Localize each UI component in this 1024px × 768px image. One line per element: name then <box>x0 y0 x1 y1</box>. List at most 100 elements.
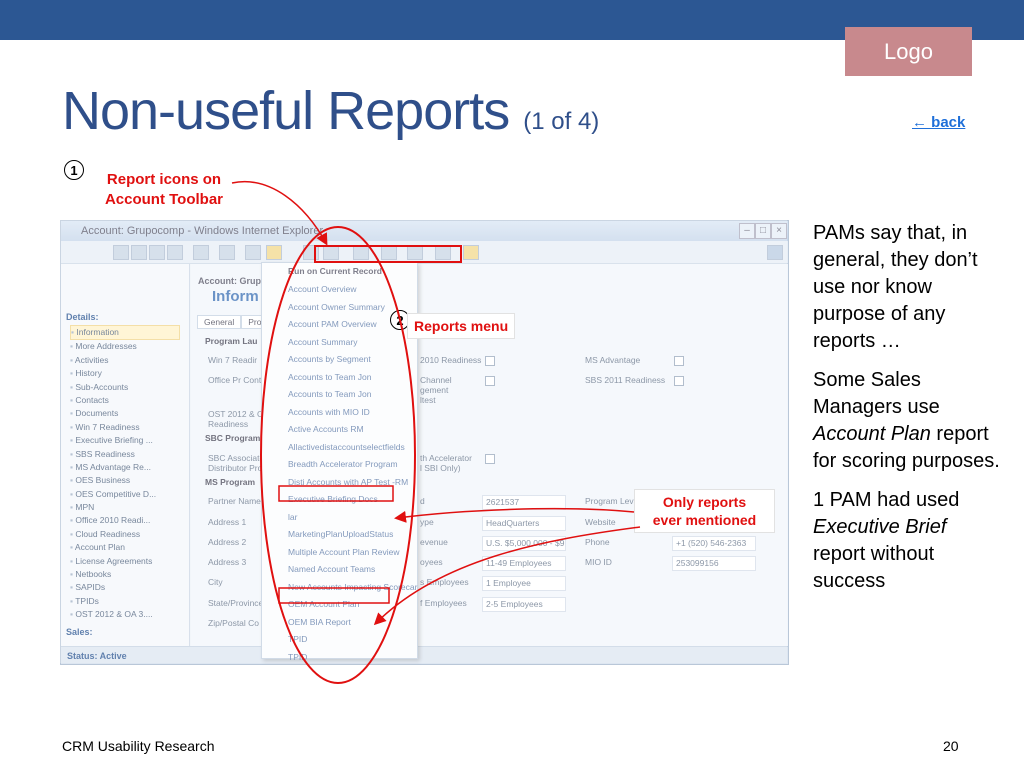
assign-icon[interactable] <box>193 245 209 260</box>
value-mio-id[interactable]: 253099156 <box>672 556 756 571</box>
label-office: Office Pr Cont <box>208 375 262 385</box>
print-icon[interactable] <box>167 245 183 260</box>
report-menu-item[interactable]: Named Account Teams <box>288 561 418 579</box>
checkbox-sbs-2011[interactable] <box>674 376 684 386</box>
value-employees-2[interactable]: 1 Employee <box>482 576 566 591</box>
report-menu-item[interactable]: OEM BIA Report <box>288 614 418 632</box>
report-menu-item[interactable]: Breadth Accelerator Program <box>288 456 418 474</box>
nav-item[interactable]: Documents <box>70 407 180 420</box>
edit-icon[interactable] <box>245 245 261 260</box>
label-address1: Address 1 <box>208 517 247 527</box>
label-ost-2: Readiness <box>208 419 249 429</box>
note-account-plan: Account Plan <box>813 423 931 445</box>
close-icon[interactable]: × <box>771 223 787 239</box>
nav-item[interactable]: History <box>70 367 180 380</box>
label-website: Website <box>585 517 616 527</box>
report-menu-item[interactable]: TPID <box>288 649 418 667</box>
checkbox-ms-advantage[interactable] <box>674 356 684 366</box>
details-header: Details: <box>66 312 99 322</box>
callout-report-icons-line1: Report icons on <box>106 171 222 188</box>
report-menu-item[interactable]: OEM Account Plan <box>288 596 418 614</box>
report-icon-2[interactable] <box>323 245 339 260</box>
help-icon[interactable] <box>767 245 783 260</box>
label-address2: Address 2 <box>208 537 247 547</box>
report-menu-item[interactable]: lar <box>288 509 418 527</box>
report-menu-item[interactable]: Disti Accounts with AP Test -RM <box>288 474 418 492</box>
checkbox-accel[interactable] <box>485 454 495 464</box>
report-icon-3[interactable] <box>353 245 369 260</box>
report-menu-item[interactable]: Active Accounts RM <box>288 421 418 439</box>
tab-general[interactable]: General <box>197 315 242 329</box>
report-icon-6[interactable] <box>435 245 451 260</box>
note-one-pam: 1 PAM had used Executive Brief report wi… <box>813 487 1003 595</box>
nav-item[interactable]: Information <box>70 325 180 341</box>
report-menu-item[interactable]: Account Overview <box>288 281 418 299</box>
checkbox-2010[interactable] <box>485 356 495 366</box>
value-employees[interactable]: 11-49 Employees <box>482 556 566 571</box>
value-id[interactable]: 2621537 <box>482 495 566 510</box>
label-employees-3: f Employees <box>420 598 467 608</box>
nav-item[interactable]: MS Advantage Re... <box>70 461 180 474</box>
value-phone[interactable]: +1 (520) 546-2363 <box>672 536 756 551</box>
report-menu-item[interactable]: Multiple Account Plan Review <box>288 544 418 562</box>
checkbox-channel[interactable] <box>485 376 495 386</box>
footer-title: CRM Usability Research <box>62 738 215 754</box>
label-zip: Zip/Postal Co <box>208 618 260 628</box>
nav-item[interactable]: Activities <box>70 354 180 367</box>
report-icon-5[interactable] <box>407 245 423 260</box>
status-bar: Status: Active <box>61 646 788 664</box>
back-link[interactable]: ← back <box>912 114 965 131</box>
nav-item[interactable]: Netbooks <box>70 568 180 581</box>
report-icon-4[interactable] <box>381 245 397 260</box>
report-menu-item[interactable]: Accounts by Segment <box>288 351 418 369</box>
report-menu-item[interactable]: TPID <box>288 631 418 649</box>
note-sales-managers-a: Some Sales Managers use <box>813 369 940 418</box>
sales-header[interactable]: Sales: <box>66 627 186 637</box>
maximize-icon[interactable]: □ <box>755 223 771 239</box>
report-menu-item[interactable]: New Accounts Impacting Scorecard <box>288 579 418 597</box>
nav-item[interactable]: Contacts <box>70 394 180 407</box>
label-channel-1: Channel <box>420 375 452 385</box>
report-menu-item[interactable]: MarketingPlanUploadStatus <box>288 526 418 544</box>
report-dropdown-icon[interactable] <box>266 245 282 260</box>
nav-item[interactable]: OST 2012 & OA 3.... <box>70 608 180 621</box>
nav-item[interactable]: SBS Readiness <box>70 448 180 461</box>
window-title: Account: Grupocomp - Windows Internet Ex… <box>61 221 788 241</box>
nav-item[interactable]: OES Competitive D... <box>70 488 180 501</box>
report-icon-7[interactable] <box>463 245 479 260</box>
value-type[interactable]: HeadQuarters <box>482 516 566 531</box>
nav-item[interactable]: Cloud Readiness <box>70 528 180 541</box>
page-title: Non-useful Reports (1 of 4) <box>62 80 599 142</box>
information-title: Inform <box>212 288 259 305</box>
nav-item[interactable]: MPN <box>70 501 180 514</box>
nav-item[interactable]: SAPIDs <box>70 581 180 594</box>
report-menu-item[interactable]: Accounts to Team Jon <box>288 369 418 387</box>
label-accel-1: th Accelerator <box>420 453 472 463</box>
note-one-pam-a: 1 PAM had used <box>813 489 960 511</box>
attach-icon[interactable] <box>219 245 235 260</box>
report-icon-1[interactable] <box>303 245 319 260</box>
nav-item[interactable]: Executive Briefing ... <box>70 434 180 447</box>
label-id: d <box>420 496 425 506</box>
report-menu-item[interactable]: Accounts to Team Jon <box>288 386 418 404</box>
note-sales-managers: Some Sales Managers use Account Plan rep… <box>813 367 1003 475</box>
nav-item[interactable]: More Addresses <box>70 340 180 353</box>
nav-item[interactable]: Account Plan <box>70 541 180 554</box>
save-close-icon[interactable] <box>131 245 147 260</box>
page-number: 20 <box>943 738 959 754</box>
save-icon[interactable] <box>113 245 129 260</box>
nav-item[interactable]: License Agreements <box>70 555 180 568</box>
minimize-icon[interactable]: – <box>739 223 755 239</box>
nav-item[interactable]: Sub-Accounts <box>70 381 180 394</box>
nav-item[interactable]: Office 2010 Readi... <box>70 514 180 527</box>
nav-item[interactable]: TPIDs <box>70 595 180 608</box>
nav-item[interactable]: OES Business <box>70 474 180 487</box>
value-employees-3[interactable]: 2-5 Employees <box>482 597 566 612</box>
report-menu-item[interactable]: Allactivedistaccountselectfields <box>288 439 418 457</box>
value-revenue[interactable]: U.S. $5,000,000 - $9... <box>482 536 566 551</box>
report-menu-item[interactable]: Account Summary <box>288 334 418 352</box>
report-menu-item[interactable]: Executive Briefing Docs <box>288 491 418 509</box>
report-menu-item[interactable]: Accounts with MIO ID <box>288 404 418 422</box>
nav-item[interactable]: Win 7 Readiness <box>70 421 180 434</box>
new-icon[interactable] <box>149 245 165 260</box>
